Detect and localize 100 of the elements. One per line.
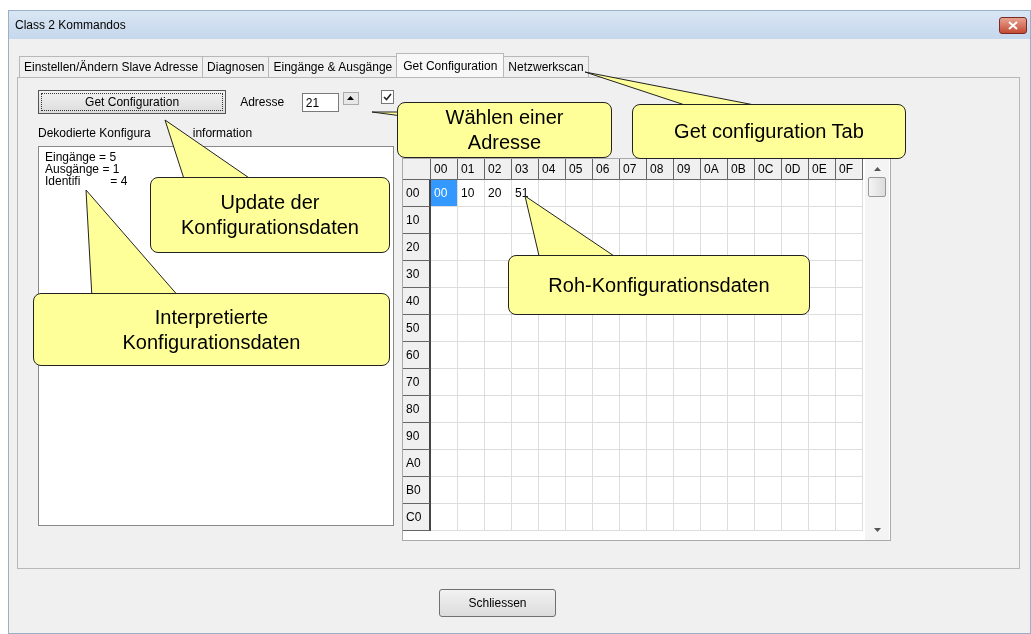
grid-cell[interactable]	[755, 369, 782, 396]
grid-cell[interactable]	[809, 315, 836, 342]
grid-cell[interactable]	[782, 342, 809, 369]
grid-cell[interactable]	[755, 504, 782, 531]
grid-cell[interactable]	[458, 234, 485, 261]
grid-cell[interactable]	[458, 423, 485, 450]
tab[interactable]: Einstellen/Ändern Slave Adresse	[19, 56, 204, 77]
grid-cell[interactable]	[674, 207, 701, 234]
grid-cell[interactable]	[728, 450, 755, 477]
grid-cell[interactable]	[512, 396, 539, 423]
grid-cell[interactable]	[809, 207, 836, 234]
grid-cell[interactable]	[431, 288, 458, 315]
grid-cell[interactable]	[836, 207, 863, 234]
grid-cell[interactable]	[701, 207, 728, 234]
grid-cell[interactable]: 20	[485, 180, 512, 207]
grid-cell[interactable]	[620, 342, 647, 369]
grid-cell[interactable]	[701, 180, 728, 207]
grid-cell[interactable]	[728, 180, 755, 207]
grid-cell[interactable]	[728, 369, 755, 396]
grid-cell[interactable]	[485, 369, 512, 396]
tab[interactable]: Netzwerkscan	[503, 56, 589, 77]
grid-cell[interactable]	[647, 180, 674, 207]
grid-cell[interactable]	[593, 504, 620, 531]
close-button[interactable]	[999, 16, 1027, 34]
grid-cell[interactable]	[458, 288, 485, 315]
grid-cell[interactable]	[458, 315, 485, 342]
grid-cell[interactable]	[512, 342, 539, 369]
grid-cell[interactable]	[836, 477, 863, 504]
grid-cell[interactable]	[674, 450, 701, 477]
grid-cell[interactable]	[674, 477, 701, 504]
grid-cell[interactable]	[458, 504, 485, 531]
grid-cell[interactable]	[566, 342, 593, 369]
grid-cell[interactable]	[566, 477, 593, 504]
grid-cell[interactable]	[593, 342, 620, 369]
grid-cell[interactable]	[809, 396, 836, 423]
grid-cell[interactable]	[836, 261, 863, 288]
grid-cell[interactable]	[782, 207, 809, 234]
grid-cell[interactable]	[431, 315, 458, 342]
grid-cell[interactable]	[458, 450, 485, 477]
grid-cell[interactable]	[728, 423, 755, 450]
grid-cell[interactable]	[836, 504, 863, 531]
grid-cell[interactable]	[701, 504, 728, 531]
grid-cell[interactable]	[728, 342, 755, 369]
grid-cell[interactable]	[674, 342, 701, 369]
grid-cell[interactable]	[458, 477, 485, 504]
grid-cell[interactable]	[674, 369, 701, 396]
grid-cell[interactable]	[512, 477, 539, 504]
grid-cell[interactable]	[836, 450, 863, 477]
grid-cell[interactable]	[647, 504, 674, 531]
grid-cell[interactable]	[593, 477, 620, 504]
grid-cell[interactable]	[485, 477, 512, 504]
grid-cell[interactable]	[431, 207, 458, 234]
grid-cell[interactable]	[458, 342, 485, 369]
grid-cell[interactable]	[782, 180, 809, 207]
grid-cell[interactable]	[539, 450, 566, 477]
tab[interactable]: Get Configuration	[396, 53, 505, 77]
grid-cell[interactable]	[593, 207, 620, 234]
grid-cell[interactable]	[485, 315, 512, 342]
grid-cell[interactable]	[674, 396, 701, 423]
grid-cell[interactable]	[674, 423, 701, 450]
grid-cell[interactable]	[701, 369, 728, 396]
grid-cell[interactable]	[458, 261, 485, 288]
grid-cell[interactable]	[620, 396, 647, 423]
grid-cell[interactable]	[782, 396, 809, 423]
grid-cell[interactable]	[431, 504, 458, 531]
grid-cell[interactable]	[701, 342, 728, 369]
grid-cell[interactable]	[431, 477, 458, 504]
grid-cell[interactable]	[647, 450, 674, 477]
grid-cell[interactable]	[809, 342, 836, 369]
grid-cell[interactable]	[755, 423, 782, 450]
grid-cell[interactable]	[809, 423, 836, 450]
grid-cell[interactable]	[728, 396, 755, 423]
grid-cell[interactable]	[701, 477, 728, 504]
grid-cell[interactable]	[539, 477, 566, 504]
grid-cell[interactable]	[755, 342, 782, 369]
grid-cell[interactable]	[512, 450, 539, 477]
grid-cell[interactable]	[728, 477, 755, 504]
grid-cell[interactable]	[512, 369, 539, 396]
grid-cell[interactable]	[431, 369, 458, 396]
grid-cell[interactable]	[539, 369, 566, 396]
grid-cell[interactable]	[836, 180, 863, 207]
tab[interactable]: Eingänge & Ausgänge	[268, 56, 398, 77]
grid-cell[interactable]	[431, 450, 458, 477]
grid-cell[interactable]	[539, 423, 566, 450]
grid-cell[interactable]	[620, 369, 647, 396]
grid-cell[interactable]	[620, 504, 647, 531]
grid-cell[interactable]	[809, 180, 836, 207]
grid-cell[interactable]	[647, 342, 674, 369]
grid-cell[interactable]	[701, 396, 728, 423]
spin-button[interactable]	[342, 91, 360, 105]
grid-cell[interactable]	[836, 396, 863, 423]
grid-cell[interactable]	[593, 450, 620, 477]
grid-cell[interactable]	[782, 477, 809, 504]
grid-cell[interactable]	[701, 423, 728, 450]
grid-cell[interactable]	[593, 180, 620, 207]
grid-cell[interactable]	[782, 423, 809, 450]
grid-cell[interactable]	[620, 180, 647, 207]
grid-cell[interactable]	[593, 396, 620, 423]
grid-cell[interactable]	[566, 396, 593, 423]
scroll-thumb[interactable]	[868, 177, 886, 197]
